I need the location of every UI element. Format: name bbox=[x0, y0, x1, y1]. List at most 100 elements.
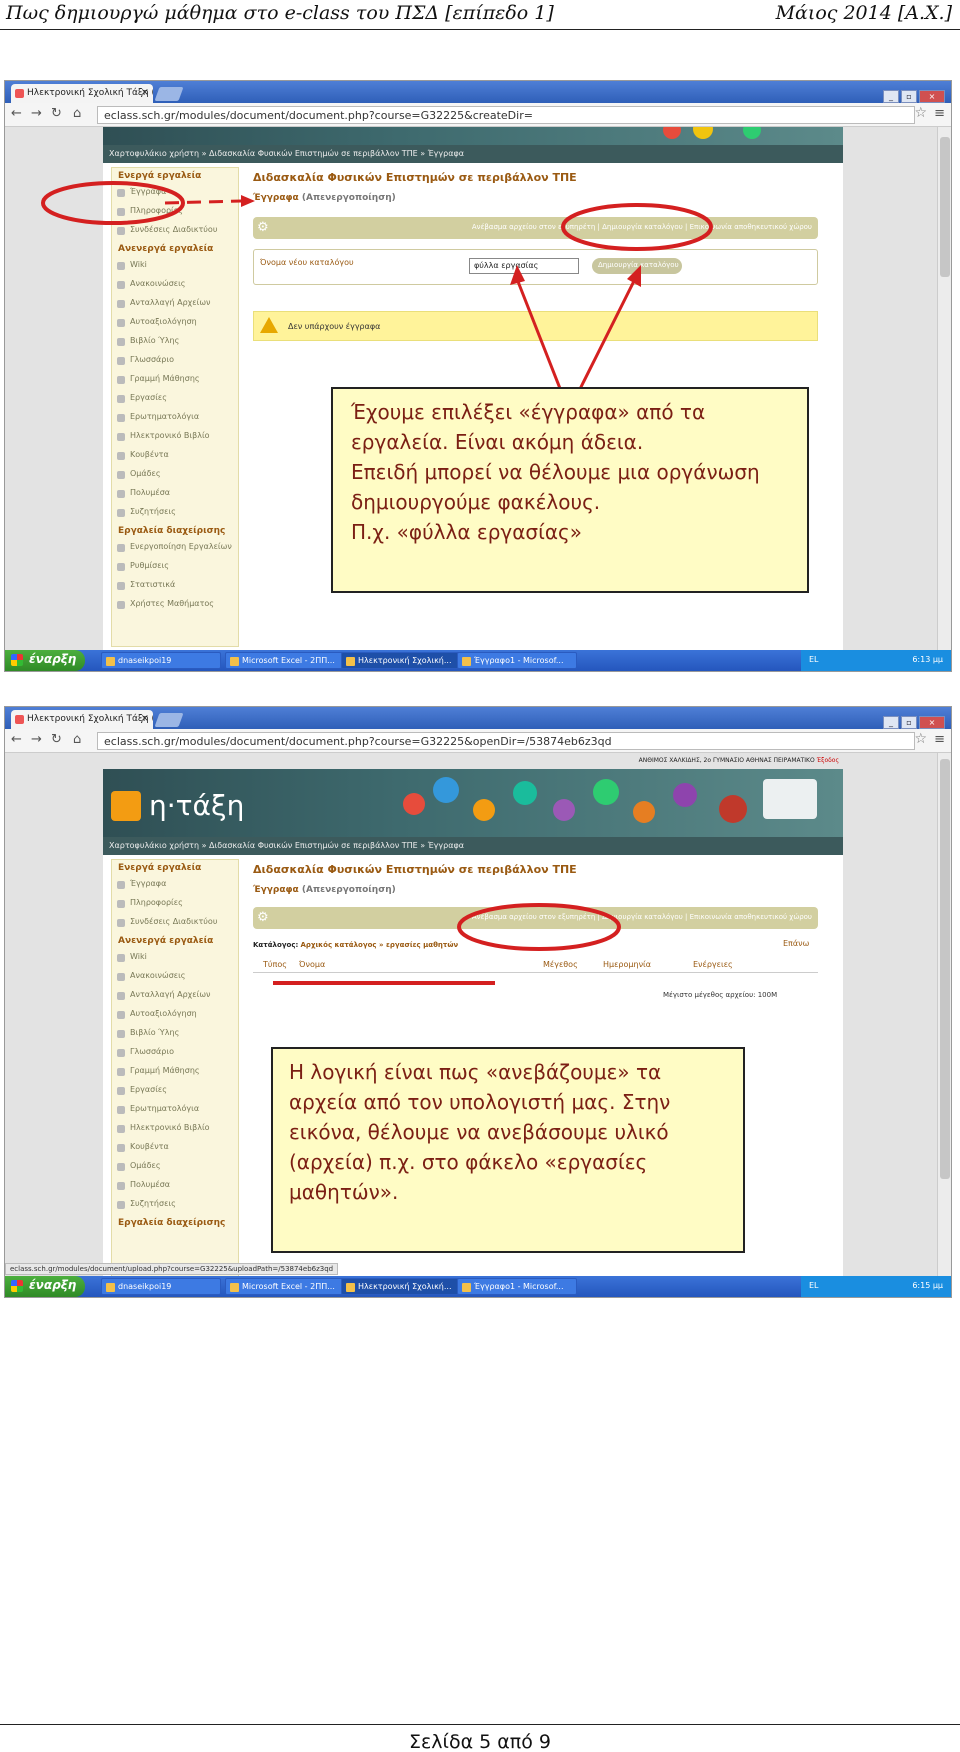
scrollbar[interactable] bbox=[937, 753, 951, 1278]
reload-icon[interactable]: ↻ bbox=[51, 732, 62, 747]
sidebar-item[interactable]: Γραμμή Μάθησης bbox=[112, 1063, 238, 1082]
sidebar-item[interactable]: Αυτοαξιολόγηση bbox=[112, 314, 238, 333]
reload-icon[interactable]: ↻ bbox=[51, 106, 62, 121]
sidebar-item[interactable]: Ερωτηματολόγια bbox=[112, 1101, 238, 1120]
sidebar-item[interactable]: Ανακοινώσεις bbox=[112, 968, 238, 987]
new-tab-button[interactable] bbox=[154, 87, 184, 101]
minimize-icon[interactable]: _ bbox=[883, 90, 899, 103]
up-link[interactable]: Επάνω bbox=[783, 939, 809, 948]
sidebar-item[interactable]: Εργασίες bbox=[112, 390, 238, 409]
window-controls: _ ▫ × bbox=[881, 710, 945, 729]
sidebar-item-info[interactable]: Πληροφορίες bbox=[112, 203, 238, 222]
sidebar-item[interactable]: Γλωσσάριο bbox=[112, 352, 238, 371]
back-arrow-icon[interactable]: ← bbox=[11, 106, 22, 121]
menu-icon[interactable]: ≡ bbox=[934, 732, 945, 747]
sidebar-item-documents[interactable]: Έγγραφα bbox=[112, 184, 238, 203]
sidebar-item[interactable]: Wiki bbox=[112, 257, 238, 276]
sidebar-item[interactable]: Κουβέντα bbox=[112, 1139, 238, 1158]
banner-bubble bbox=[593, 779, 619, 805]
page-header: Πως δημιουργώ μάθημα στο e-class του ΠΣΔ… bbox=[0, 0, 960, 30]
sidebar-item-documents[interactable]: Έγγραφα bbox=[112, 876, 238, 895]
create-folder-button[interactable]: Δημιουργία καταλόγου bbox=[592, 258, 682, 274]
sidebar-item[interactable]: Ανταλλαγή Αρχείων bbox=[112, 987, 238, 1006]
deactivate-link[interactable]: (Απενεργοποίηση) bbox=[302, 885, 396, 895]
minimize-icon[interactable]: _ bbox=[883, 716, 899, 729]
sidebar-item[interactable]: Ερωτηματολόγια bbox=[112, 409, 238, 428]
new-tab-button[interactable] bbox=[154, 713, 184, 727]
home-icon[interactable]: ⌂ bbox=[73, 106, 81, 121]
sidebar-item[interactable]: Στατιστικά bbox=[112, 577, 238, 596]
sidebar-item[interactable]: Ομάδες bbox=[112, 1158, 238, 1177]
sidebar-item[interactable]: Βιβλίο Ύλης bbox=[112, 333, 238, 352]
action-links[interactable]: Ανέβασμα αρχείου στον εξυπηρέτη | Δημιου… bbox=[472, 913, 812, 921]
sidebar-item[interactable]: Αυτοαξιολόγηση bbox=[112, 1006, 238, 1025]
maximize-icon[interactable]: ▫ bbox=[901, 716, 917, 729]
breadcrumb[interactable]: Χαρτοφυλάκιο χρήστη » Διδασκαλία Φυσικών… bbox=[103, 837, 843, 855]
sidebar-item[interactable]: Πολυμέσα bbox=[112, 1177, 238, 1196]
taskbar-item[interactable]: Microsoft Excel - 2ΠΠ... bbox=[225, 1278, 345, 1295]
language-indicator[interactable]: EL bbox=[809, 655, 819, 664]
sidebar-item-links[interactable]: Συνδέσεις Διαδικτύου bbox=[112, 914, 238, 933]
sidebar-item[interactable]: Ενεργοποίηση Εργαλείων bbox=[112, 539, 238, 558]
browser-tab[interactable]: Ηλεκτρονική Σχολική Τάξη (e × bbox=[11, 84, 153, 103]
col-type[interactable]: Τύπος bbox=[263, 960, 287, 969]
scrollbar-thumb[interactable] bbox=[940, 759, 950, 1179]
close-tab-icon[interactable]: × bbox=[141, 713, 149, 724]
back-arrow-icon[interactable]: ← bbox=[11, 732, 22, 747]
start-button[interactable]: έναρξη bbox=[5, 1276, 85, 1297]
taskbar-item[interactable]: dnaseikpoi19 bbox=[101, 1278, 221, 1295]
logout-link[interactable]: Έξοδος bbox=[817, 757, 839, 764]
taskbar-item[interactable]: Ηλεκτρονική Σχολική... bbox=[341, 1278, 461, 1295]
catalog-link[interactable]: Αρχικός κατάλογος » εργασίες μαθητών bbox=[301, 941, 459, 949]
language-indicator[interactable]: EL bbox=[809, 1281, 819, 1290]
scrollbar-thumb[interactable] bbox=[940, 137, 950, 277]
action-links[interactable]: Ανέβασμα αρχείου στον εξυπηρέτη | Δημιου… bbox=[472, 223, 812, 231]
taskbar-item[interactable]: Έγγραφο1 - Microsof... bbox=[457, 1278, 577, 1295]
sidebar-item[interactable]: Ομάδες bbox=[112, 466, 238, 485]
start-button[interactable]: έναρξη bbox=[5, 650, 85, 671]
sidebar-item[interactable]: Γραμμή Μάθησης bbox=[112, 371, 238, 390]
close-tab-icon[interactable]: × bbox=[141, 87, 149, 98]
taskbar-item[interactable]: Έγγραφο1 - Microsof... bbox=[457, 652, 577, 669]
gear-icon[interactable]: ⚙ bbox=[257, 220, 269, 235]
sidebar-item[interactable]: Συζητήσεις bbox=[112, 1196, 238, 1215]
sidebar-item[interactable]: Βιβλίο Ύλης bbox=[112, 1025, 238, 1044]
bookmark-star-icon[interactable]: ☆ bbox=[914, 105, 927, 121]
sidebar-item-links[interactable]: Συνδέσεις Διαδικτύου bbox=[112, 222, 238, 241]
sidebar-item[interactable]: Ηλεκτρονικό Βιβλίο bbox=[112, 1120, 238, 1139]
sidebar-item[interactable]: Wiki bbox=[112, 949, 238, 968]
close-window-icon[interactable]: × bbox=[919, 90, 945, 103]
sidebar-item[interactable]: Ρυθμίσεις bbox=[112, 558, 238, 577]
folder-name-input[interactable]: φύλλα εργασίας bbox=[469, 258, 579, 274]
col-name[interactable]: Όνομα bbox=[299, 960, 325, 969]
taskbar-item[interactable]: dnaseikpoi19 bbox=[101, 652, 221, 669]
scrollbar[interactable] bbox=[937, 127, 951, 652]
col-date[interactable]: Ημερομηνία bbox=[603, 960, 651, 969]
close-window-icon[interactable]: × bbox=[919, 716, 945, 729]
sidebar-item[interactable]: Ηλεκτρονικό Βιβλίο bbox=[112, 428, 238, 447]
sidebar-item[interactable]: Εργασίες bbox=[112, 1082, 238, 1101]
forward-arrow-icon[interactable]: → bbox=[31, 106, 42, 121]
browser-tab[interactable]: Ηλεκτρονική Σχολική Τάξη (e × bbox=[11, 710, 153, 729]
forward-arrow-icon[interactable]: → bbox=[31, 732, 42, 747]
deactivate-link[interactable]: (Απενεργοποίηση) bbox=[302, 193, 396, 203]
maximize-icon[interactable]: ▫ bbox=[901, 90, 917, 103]
sidebar-item-info[interactable]: Πληροφορίες bbox=[112, 895, 238, 914]
address-bar[interactable]: eclass.sch.gr/modules/document/document.… bbox=[97, 732, 915, 750]
gear-icon[interactable]: ⚙ bbox=[257, 910, 269, 925]
sidebar-item[interactable]: Γλωσσάριο bbox=[112, 1044, 238, 1063]
sidebar-item[interactable]: Συζητήσεις bbox=[112, 504, 238, 523]
taskbar-item[interactable]: Microsoft Excel - 2ΠΠ... bbox=[225, 652, 345, 669]
bookmark-star-icon[interactable]: ☆ bbox=[914, 731, 927, 747]
col-size[interactable]: Μέγεθος bbox=[543, 960, 578, 969]
taskbar-item[interactable]: Ηλεκτρονική Σχολική... bbox=[341, 652, 461, 669]
menu-icon[interactable]: ≡ bbox=[934, 106, 945, 121]
sidebar-item[interactable]: Πολυμέσα bbox=[112, 485, 238, 504]
sidebar-item[interactable]: Ανακοινώσεις bbox=[112, 276, 238, 295]
address-bar[interactable]: eclass.sch.gr/modules/document/document.… bbox=[97, 106, 915, 124]
sidebar-item[interactable]: Ανταλλαγή Αρχείων bbox=[112, 295, 238, 314]
sidebar-item[interactable]: Χρήστες Μαθήματος bbox=[112, 596, 238, 615]
home-icon[interactable]: ⌂ bbox=[73, 732, 81, 747]
breadcrumb[interactable]: Χαρτοφυλάκιο χρήστη » Διδασκαλία Φυσικών… bbox=[103, 145, 843, 163]
sidebar-item[interactable]: Κουβέντα bbox=[112, 447, 238, 466]
